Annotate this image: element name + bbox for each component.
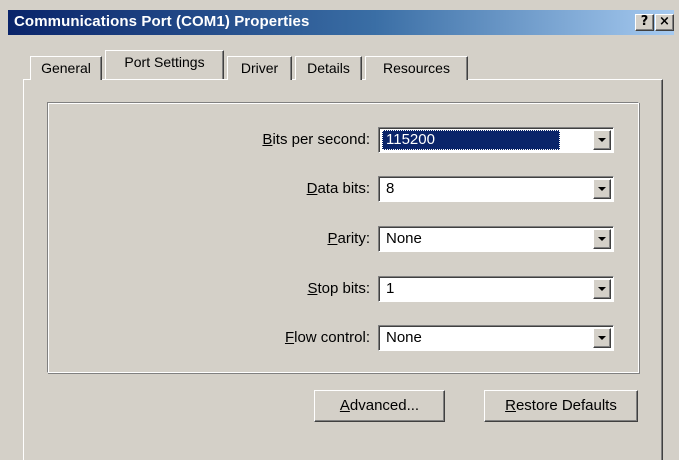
flow-control-label: Flow control: [284,329,370,346]
tab-general[interactable]: General [30,56,102,80]
data-bits-dropdown-button[interactable] [593,179,611,199]
flow-control-select[interactable]: None [378,325,614,351]
data-bits-label: Data bits: [306,180,370,197]
parity-value: None [386,230,422,247]
window-title: Communications Port (COM1) Properties [14,13,310,30]
stop-bits-value: 1 [386,280,395,297]
restore-defaults-button[interactable]: Restore Defaults [484,390,638,422]
tab-details[interactable]: Details [295,56,362,80]
parity-dropdown-button[interactable] [593,229,611,249]
help-button[interactable]: ? [635,14,654,31]
stop-bits-label: Stop bits: [307,280,370,297]
stop-bits-select[interactable]: 1 [378,276,614,302]
title-bar[interactable]: Communications Port (COM1) Properties ? … [8,10,674,35]
close-button[interactable]: × [655,14,674,31]
stop-bits-dropdown-button[interactable] [593,279,611,299]
tab-resources[interactable]: Resources [365,56,468,80]
parity-label: Parity: [327,230,370,247]
bits-per-second-value: 115200 [382,130,560,150]
chevron-down-icon [598,287,606,291]
flow-control-dropdown-button[interactable] [593,328,611,348]
advanced-button[interactable]: Advanced... [314,390,445,422]
chevron-down-icon [598,336,606,340]
bits-per-second-select[interactable]: 115200 [378,127,614,153]
chevron-down-icon [598,138,606,142]
chevron-down-icon [598,237,606,241]
tab-port-settings[interactable]: Port Settings [105,50,224,79]
data-bits-select[interactable]: 8 [378,176,614,202]
bits-per-second-label: Bits per second: [262,131,370,148]
properties-dialog: Communications Port (COM1) Properties ? … [0,0,679,460]
bits-per-second-dropdown-button[interactable] [593,130,611,150]
tab-driver[interactable]: Driver [227,56,292,80]
flow-control-value: None [386,329,422,346]
parity-select[interactable]: None [378,226,614,252]
chevron-down-icon [598,187,606,191]
data-bits-value: 8 [386,180,395,197]
